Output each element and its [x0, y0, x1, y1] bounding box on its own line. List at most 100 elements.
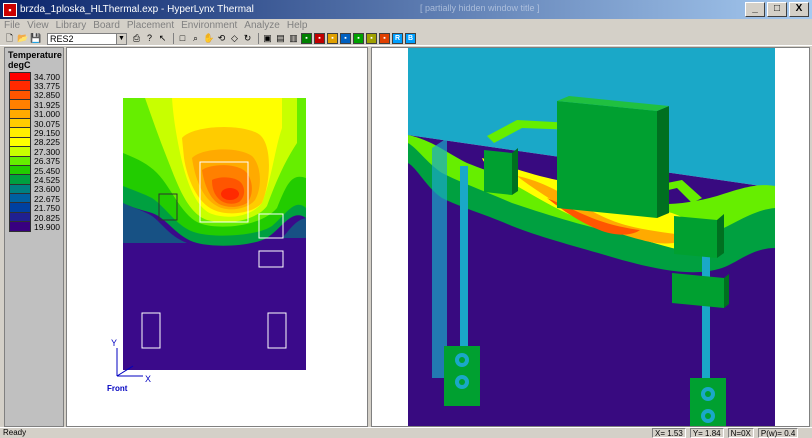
component-view-icon[interactable]: ▤: [275, 33, 286, 44]
legend-row: 23.600: [9, 184, 60, 195]
trace-left-vertical: [460, 166, 468, 346]
menu-view[interactable]: View: [27, 19, 49, 32]
save-icon[interactable]: 💾: [30, 33, 41, 44]
chevron-down-icon[interactable]: ▼: [116, 33, 126, 44]
hotspot-core: [221, 188, 239, 200]
legend-title-unit: degC: [8, 60, 31, 70]
cooling-icon[interactable]: ▪: [340, 33, 351, 44]
legend-swatch: [9, 203, 31, 213]
legend-swatch: [9, 165, 31, 176]
res-component-left[interactable]: [484, 150, 512, 195]
print-icon[interactable]: ⎙: [131, 33, 142, 44]
legend-title: Temperature degC: [5, 48, 63, 72]
legend-swatch: [9, 156, 31, 166]
legend-swatch: [9, 100, 31, 110]
thermal-3d-view-canvas[interactable]: [372, 48, 809, 426]
legend-swatch: [9, 90, 31, 101]
layer-view-icon[interactable]: ▥: [288, 33, 299, 44]
legend-swatch: [9, 212, 31, 223]
app-window: ▪ brzda_1ploska_HLThermal.exp - HyperLyn…: [0, 0, 812, 438]
legend-row: 31.000: [9, 109, 60, 119]
new-file-icon[interactable]: 🗋: [4, 33, 15, 44]
close-button[interactable]: X: [789, 2, 809, 17]
menu-help[interactable]: Help: [287, 19, 308, 32]
rotate-icon[interactable]: ⟲: [216, 33, 227, 44]
legend-swatch: [9, 137, 31, 148]
menu-analyze[interactable]: Analyze: [244, 19, 280, 32]
temperature-icon[interactable]: ▪: [314, 33, 325, 44]
menu-library[interactable]: Library: [56, 19, 87, 32]
status-power: P(w)= 0.4: [757, 428, 799, 438]
connector-left-pin-2-hole: [459, 379, 465, 385]
legend-row: 21.750: [9, 203, 60, 213]
res-component-left-side[interactable]: [512, 148, 518, 195]
status-y: Y= 1.84: [689, 428, 724, 438]
hotspot-icon[interactable]: ▪: [379, 33, 390, 44]
pan-hand-icon[interactable]: ✋: [203, 33, 214, 44]
airflow-icon[interactable]: ▪: [353, 33, 364, 44]
report-r-icon[interactable]: R: [392, 33, 403, 44]
background-window-title: [ partially hidden window title ]: [420, 3, 540, 13]
component-select-value: RES2: [50, 33, 74, 44]
legend-row: 24.525: [9, 175, 60, 185]
board-3d-view[interactable]: [371, 47, 810, 427]
legend-swatch: [9, 222, 31, 232]
component-select[interactable]: RES2 ▼: [47, 32, 127, 45]
pointer-icon[interactable]: ↖: [157, 33, 168, 44]
legend-row: 32.850: [9, 90, 60, 101]
legend-swatch: [9, 128, 31, 138]
legend-row: 25.450: [9, 165, 60, 176]
legend-swatch: [9, 72, 31, 82]
zoom-icon[interactable]: ⌕: [190, 33, 201, 44]
menu-bar: File View Library Board Placement Enviro…: [0, 19, 812, 32]
menu-placement[interactable]: Placement: [127, 19, 174, 32]
minimize-button[interactable]: _: [745, 2, 765, 17]
legend-row: 20.825: [9, 212, 60, 223]
open-folder-icon[interactable]: 📂: [17, 33, 28, 44]
main-component-front[interactable]: [557, 101, 657, 218]
gradient-icon[interactable]: ▪: [327, 33, 338, 44]
thermal-map-icon[interactable]: ▪: [301, 33, 312, 44]
status-x: X= 1.53: [652, 428, 686, 438]
thermal-top-view-canvas[interactable]: Y X Front: [67, 48, 367, 426]
menu-environment[interactable]: Environment: [181, 19, 237, 32]
legend-row: 31.925: [9, 100, 60, 110]
status-text: Ready: [3, 428, 27, 437]
legend-swatch: [9, 184, 31, 195]
trace-left: [432, 138, 447, 378]
status-coordinates: X= 1.53 Y= 1.84 N=0X P(w)= 0.4: [652, 428, 799, 438]
temperature-legend: Temperature degC 34.700 33.775 32.850 31.92…: [4, 47, 64, 427]
legend-swatch: [9, 175, 31, 185]
power-icon[interactable]: ▪: [366, 33, 377, 44]
fit-icon[interactable]: ◇: [229, 33, 240, 44]
legend-value: 19.900: [34, 221, 60, 232]
legend-title-quantity: Temperature: [8, 50, 62, 60]
legend-row: 30.075: [9, 119, 60, 129]
x-axis-label: X: [145, 374, 151, 384]
legend-swatch: [9, 147, 31, 157]
rectangle-icon[interactable]: □: [177, 33, 188, 44]
legend-row: 34.700: [9, 72, 60, 82]
menu-board[interactable]: Board: [93, 19, 120, 32]
report-b-icon[interactable]: B: [405, 33, 416, 44]
legend-row: 22.675: [9, 194, 60, 204]
legend-swatch: [9, 194, 31, 204]
menu-file[interactable]: File: [4, 19, 20, 32]
front-label: Front: [107, 384, 128, 393]
main-component-side[interactable]: [657, 106, 669, 218]
res-component-right[interactable]: [674, 216, 717, 258]
board-view-icon[interactable]: ▣: [262, 33, 273, 44]
legend-row: 26.375: [9, 156, 60, 166]
small-component[interactable]: [672, 273, 724, 308]
status-n: N=0X: [727, 428, 754, 438]
res-component-right-side[interactable]: [717, 214, 724, 258]
board-top-view[interactable]: Y X Front: [66, 47, 368, 427]
status-bar: Ready X= 1.53 Y= 1.84 N=0X P(w)= 0.4: [0, 427, 812, 438]
title-bar: ▪ brzda_1ploska_HLThermal.exp - HyperLyn…: [0, 0, 812, 19]
connector-right-pin-1-hole: [705, 391, 711, 397]
maximize-button[interactable]: □: [767, 2, 787, 17]
legend-rows: 34.700 33.775 32.850 31.925 31.000 30.075 29.1…: [9, 72, 60, 232]
help-icon[interactable]: ?: [144, 33, 155, 44]
small-component-side[interactable]: [724, 274, 729, 308]
refresh-icon[interactable]: ↻: [242, 33, 253, 44]
